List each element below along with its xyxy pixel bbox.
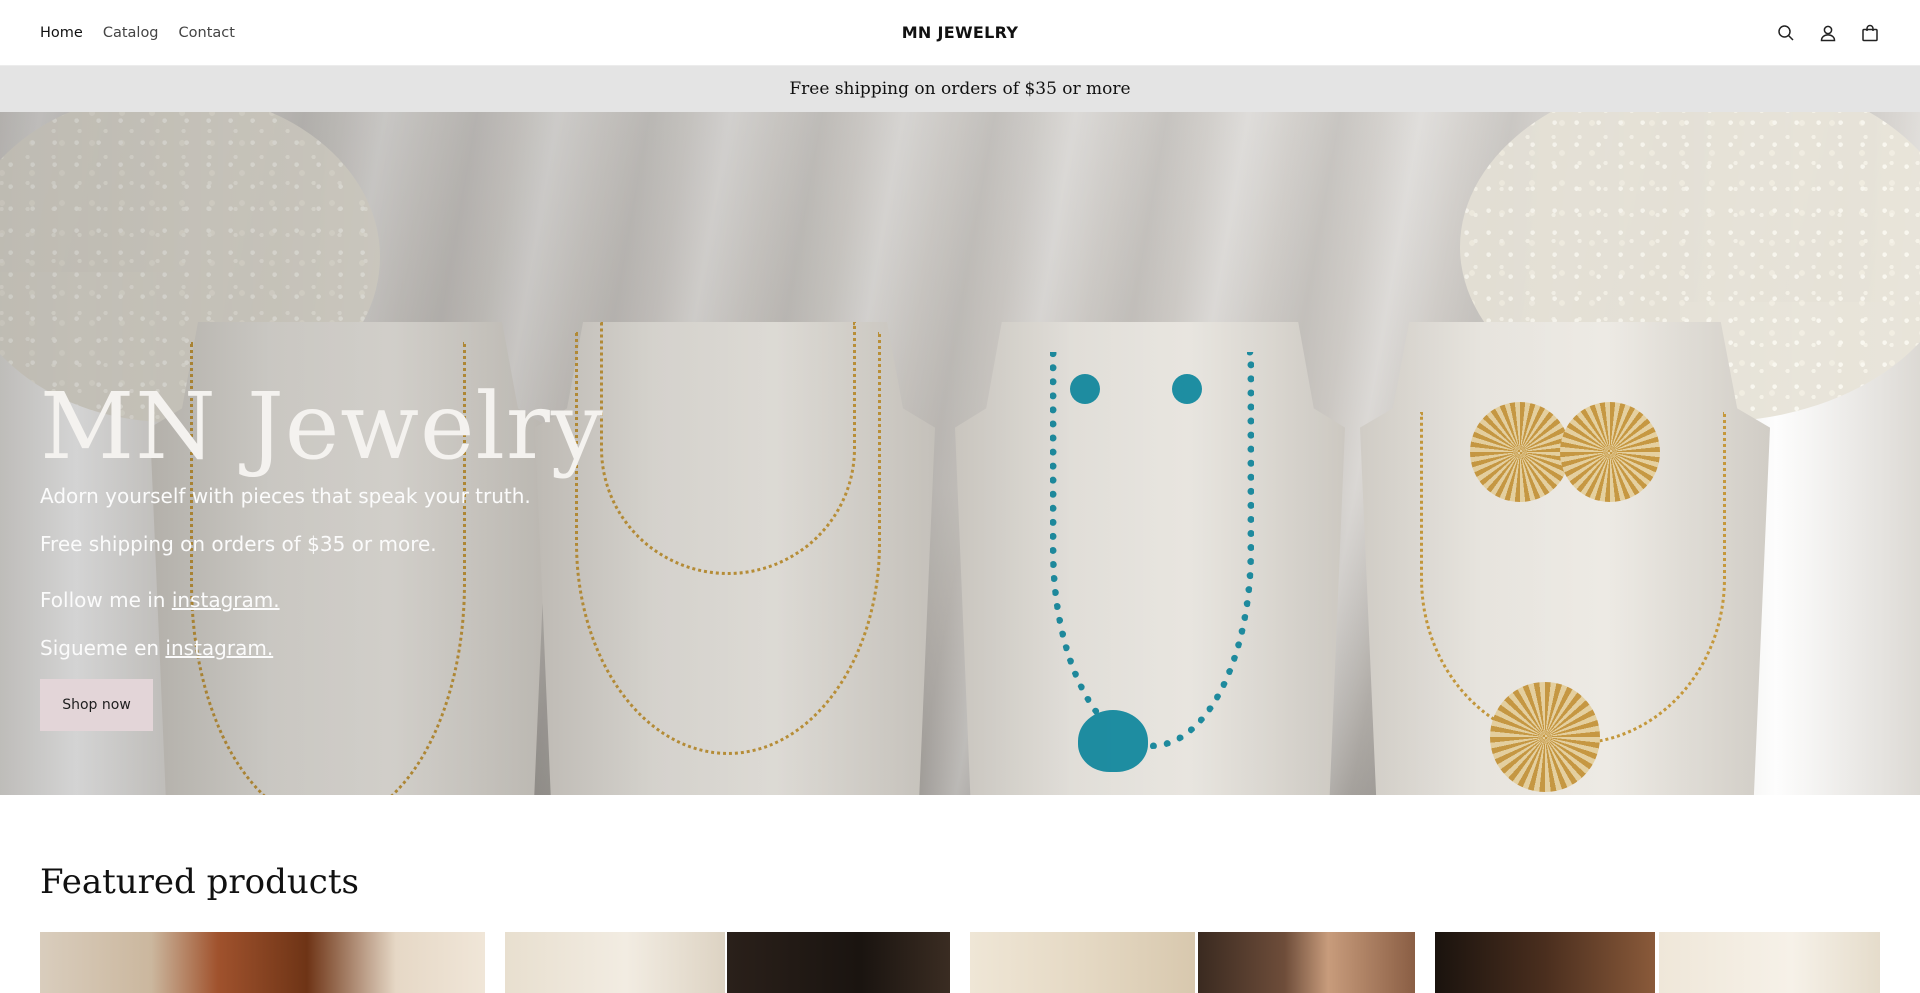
announcement-bar: Free shipping on orders of $35 or more <box>0 66 1920 112</box>
product-image <box>1435 932 1655 993</box>
instagram-link-es[interactable]: instagram. <box>165 636 273 660</box>
hero-follow-text: Follow me in instagram. <box>40 588 280 612</box>
hero-follow-prefix: Follow me in <box>40 588 172 612</box>
product-image-hover <box>1198 932 1415 993</box>
featured-products-heading: Featured products <box>40 862 359 902</box>
instagram-link-en[interactable]: instagram. <box>172 588 280 612</box>
hero-title: MN Jewelry <box>40 373 604 480</box>
product-image <box>970 932 1195 993</box>
site-header: Home Catalog Contact MN JEWELRY <box>0 0 1920 66</box>
product-image <box>40 932 485 993</box>
hero-tagline: Adorn yourself with pieces that speak yo… <box>40 484 531 508</box>
product-image-hover <box>727 932 950 993</box>
main-nav: Home Catalog Contact <box>40 0 235 66</box>
featured-products-grid <box>40 932 1880 993</box>
product-card[interactable] <box>40 932 485 993</box>
account-icon[interactable] <box>1818 23 1838 43</box>
shop-now-button[interactable]: Shop now <box>40 679 153 731</box>
cart-icon[interactable] <box>1860 23 1880 43</box>
product-image-hover <box>1659 932 1880 993</box>
product-card[interactable] <box>1435 932 1880 993</box>
nav-catalog-link[interactable]: Catalog <box>103 25 159 41</box>
product-image <box>505 932 725 993</box>
hero-shipping-text: Free shipping on orders of $35 or more. <box>40 532 437 556</box>
search-icon[interactable] <box>1776 23 1796 43</box>
brand-logo-text[interactable]: MN JEWELRY <box>0 0 1920 66</box>
hero-banner: MN Jewelry Adorn yourself with pieces th… <box>0 112 1920 795</box>
hero-sigueme-prefix: Sigueme en <box>40 636 166 660</box>
header-icons <box>1776 0 1880 66</box>
nav-home-link[interactable]: Home <box>40 25 83 41</box>
hero-sigueme-text: Sigueme en instagram. <box>40 636 273 660</box>
nav-contact-link[interactable]: Contact <box>179 25 235 41</box>
product-card[interactable] <box>505 932 950 993</box>
hero-text-block: MN Jewelry <box>40 372 604 482</box>
product-card[interactable] <box>970 932 1415 993</box>
